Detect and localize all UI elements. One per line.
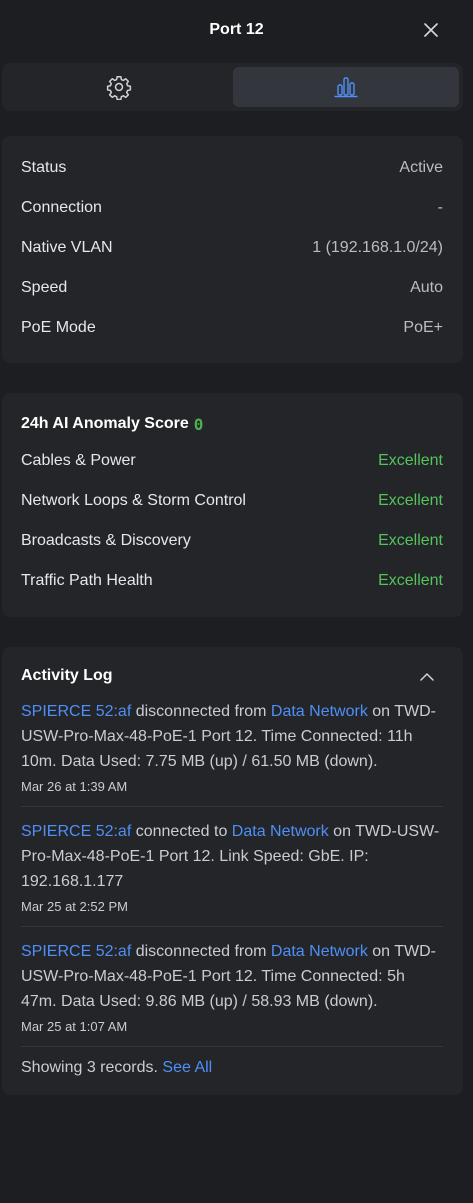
see-all-link[interactable]: See All	[162, 1059, 212, 1076]
status-label: Speed	[21, 279, 68, 296]
status-value: PoE+	[403, 319, 443, 336]
network-link[interactable]: Data Network	[271, 703, 368, 720]
anomaly-row: Network Loops & Storm Control Excellent	[21, 481, 443, 521]
log-action: connected to	[131, 823, 232, 840]
status-label: Native VLAN	[21, 239, 113, 256]
anomaly-row: Broadcasts & Discovery Excellent	[21, 521, 443, 561]
anomaly-score-card: 24h AI Anomaly Score 0 Cables & Power Exc…	[2, 393, 463, 617]
records-footer: Showing 3 records. See All	[21, 1047, 443, 1081]
log-action: disconnected from	[131, 703, 271, 720]
tab-statistics[interactable]	[232, 67, 459, 107]
anomaly-title-label: 24h AI Anomaly Score	[21, 415, 189, 432]
status-value: 1 (192.168.1.0/24)	[312, 239, 443, 256]
log-timestamp: Mar 25 at 2:52 PM	[21, 899, 128, 914]
log-action: disconnected from	[131, 943, 271, 960]
close-button[interactable]	[421, 20, 441, 40]
status-value: -	[437, 199, 443, 216]
log-message: SPIERCE 52:af disconnected from Data Net…	[21, 699, 443, 774]
log-timestamp: Mar 26 at 1:39 AM	[21, 779, 128, 794]
page-title: Port 12	[209, 21, 264, 38]
records-count: Showing 3 records.	[21, 1059, 163, 1076]
activity-log-card: Activity Log SPIERCE 52:af disconnected …	[2, 647, 463, 1095]
anomaly-label: Traffic Path Health	[21, 572, 153, 589]
view-tabs	[2, 63, 463, 111]
status-value: Auto	[410, 279, 443, 296]
device-link[interactable]: SPIERCE 52:af	[21, 823, 131, 840]
anomaly-rating: Excellent	[378, 492, 443, 509]
activity-log-header: Activity Log	[21, 661, 443, 691]
anomaly-rating: Excellent	[378, 532, 443, 549]
status-row: Status Active	[21, 148, 443, 188]
status-label: PoE Mode	[21, 319, 96, 336]
anomaly-score: 0	[193, 414, 204, 434]
log-entry: SPIERCE 52:af disconnected from Data Net…	[21, 927, 443, 1047]
status-label: Connection	[21, 199, 102, 216]
anomaly-label: Network Loops & Storm Control	[21, 492, 246, 509]
anomaly-row: Traffic Path Health Excellent	[21, 561, 443, 601]
network-link[interactable]: Data Network	[271, 943, 368, 960]
anomaly-label: Broadcasts & Discovery	[21, 532, 191, 549]
status-row: PoE Mode PoE+	[21, 308, 443, 348]
status-value: Active	[399, 159, 443, 176]
anomaly-title: 24h AI Anomaly Score 0	[21, 407, 443, 441]
log-message: SPIERCE 52:af disconnected from Data Net…	[21, 939, 443, 1014]
network-link[interactable]: Data Network	[232, 823, 329, 840]
chevron-up-icon	[420, 672, 434, 681]
port-status-card: Status Active Connection - Native VLAN 1 (192…	[2, 136, 463, 363]
log-message: SPIERCE 52:af connected to Data Network …	[21, 819, 443, 894]
collapse-button[interactable]	[417, 666, 437, 686]
log-entry: SPIERCE 52:af disconnected from Data Net…	[21, 691, 443, 807]
close-icon	[424, 23, 438, 37]
log-entry: SPIERCE 52:af connected to Data Network …	[21, 807, 443, 927]
bar-chart-icon	[334, 77, 358, 98]
activity-log-title: Activity Log	[21, 667, 113, 684]
status-row: Native VLAN 1 (192.168.1.0/24)	[21, 228, 443, 268]
tab-settings[interactable]	[6, 67, 233, 107]
status-label: Status	[21, 159, 67, 176]
panel-header: Port 12	[0, 0, 473, 60]
status-row: Speed Auto	[21, 268, 443, 308]
anomaly-rating: Excellent	[378, 452, 443, 469]
gear-icon	[107, 75, 132, 100]
device-link[interactable]: SPIERCE 52:af	[21, 943, 131, 960]
status-row: Connection -	[21, 188, 443, 228]
anomaly-label: Cables & Power	[21, 452, 136, 469]
anomaly-rating: Excellent	[378, 572, 443, 589]
anomaly-row: Cables & Power Excellent	[21, 441, 443, 481]
log-timestamp: Mar 25 at 1:07 AM	[21, 1019, 128, 1034]
device-link[interactable]: SPIERCE 52:af	[21, 703, 131, 720]
